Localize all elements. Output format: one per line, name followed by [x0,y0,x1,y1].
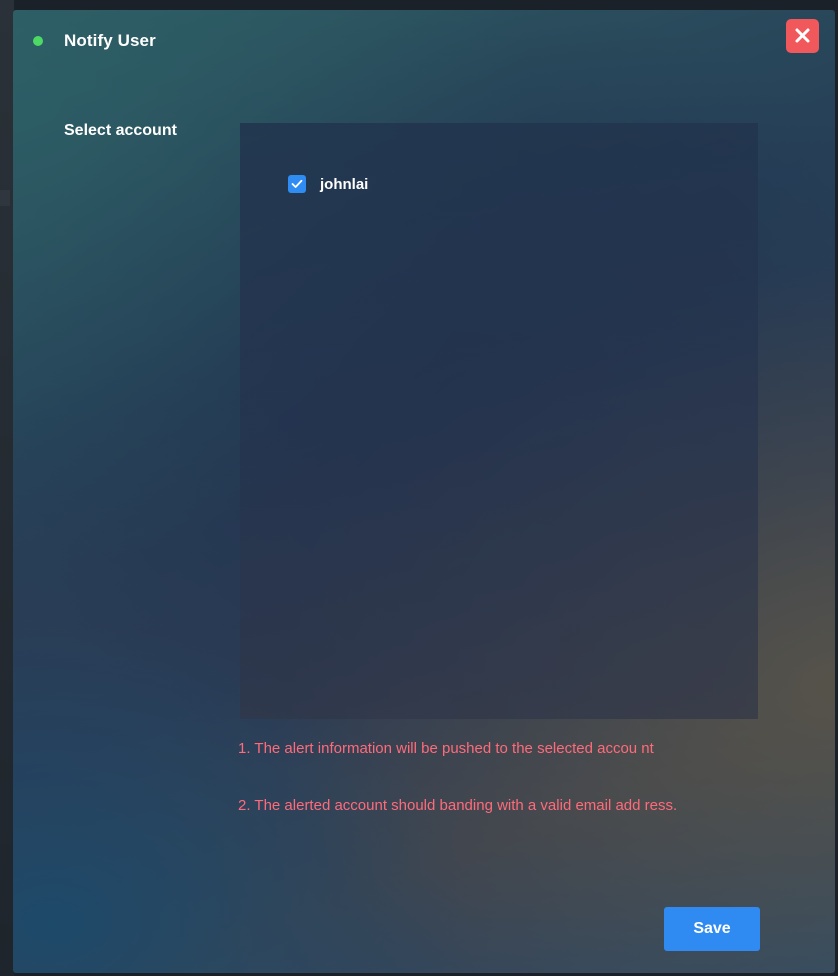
status-dot-icon [33,36,43,46]
account-checkbox[interactable] [288,175,306,193]
note-push-info: 1. The alert information will be pushed … [238,740,654,757]
check-icon [291,179,303,188]
page: Notify User Select account johnlai 1. Th… [0,0,838,976]
note-email-requirement: 2. The alerted account should banding wi… [238,797,678,814]
account-item-johnlai[interactable]: johnlai [288,175,368,193]
close-icon [795,28,810,43]
account-list[interactable]: johnlai [240,123,758,719]
account-name: johnlai [320,175,369,193]
notify-user-dialog: Notify User Select account johnlai 1. Th… [13,10,835,973]
save-button[interactable]: Save [664,907,760,951]
close-button[interactable] [786,19,819,53]
dialog-title: Notify User [64,31,156,50]
background-window-mark [0,190,10,206]
select-account-label: Select account [64,122,177,139]
background-window-edge [0,0,14,976]
